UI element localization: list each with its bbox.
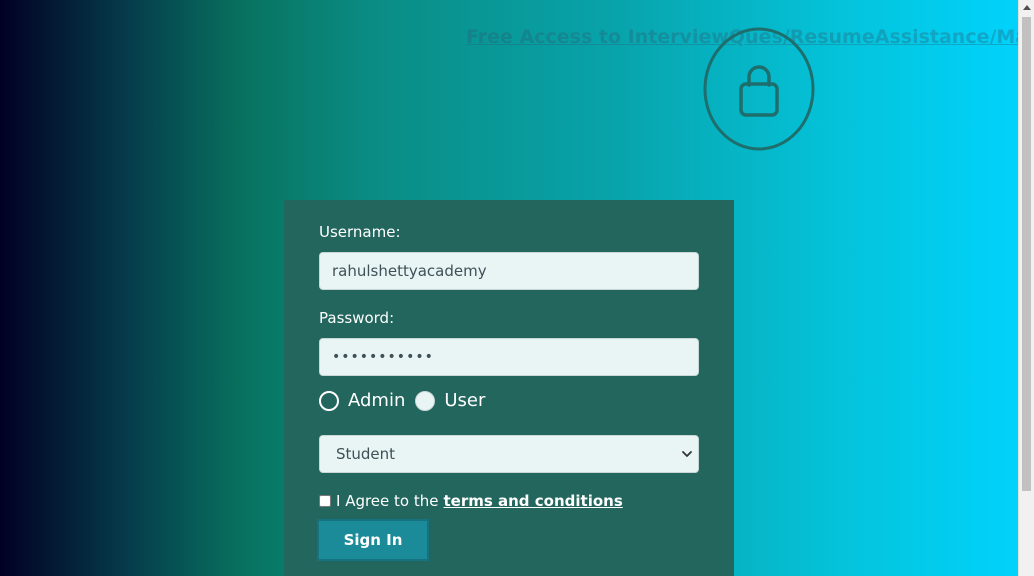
- admin-radio[interactable]: [319, 390, 339, 411]
- terms-link[interactable]: terms and conditions: [443, 492, 622, 510]
- terms-checkbox[interactable]: [319, 495, 331, 507]
- terms-prefix: I Agree to the: [336, 492, 439, 510]
- lock-icon: [703, 27, 815, 151]
- password-value: •••••••••••: [332, 349, 434, 365]
- username-input[interactable]: rahulshettyacademy: [319, 252, 699, 290]
- scroll-thumb[interactable]: [1022, 17, 1031, 491]
- admin-radio-label: Admin: [348, 390, 406, 411]
- login-form: Username: rahulshettyacademy Password: •…: [284, 200, 734, 576]
- terms-row: I Agree to the terms and conditions: [319, 492, 623, 510]
- username-value: rahulshettyacademy: [332, 262, 487, 280]
- scroll-up-arrow-icon[interactable]: [1023, 5, 1031, 10]
- role-select-value: Student: [336, 445, 396, 463]
- user-radio-label: User: [444, 390, 486, 411]
- password-label: Password:: [319, 309, 395, 327]
- chevron-down-icon: [680, 447, 694, 461]
- username-label: Username:: [319, 223, 401, 241]
- role-select[interactable]: Student: [319, 435, 699, 473]
- password-input[interactable]: •••••••••••: [319, 338, 699, 376]
- login-page: Free Access to InterviewQues/ResumeAssis…: [0, 0, 1034, 576]
- role-radio-group: Admin User: [319, 390, 495, 411]
- user-radio[interactable]: [415, 390, 436, 411]
- sign-in-button[interactable]: Sign In: [317, 519, 429, 561]
- vertical-scrollbar[interactable]: [1018, 0, 1034, 576]
